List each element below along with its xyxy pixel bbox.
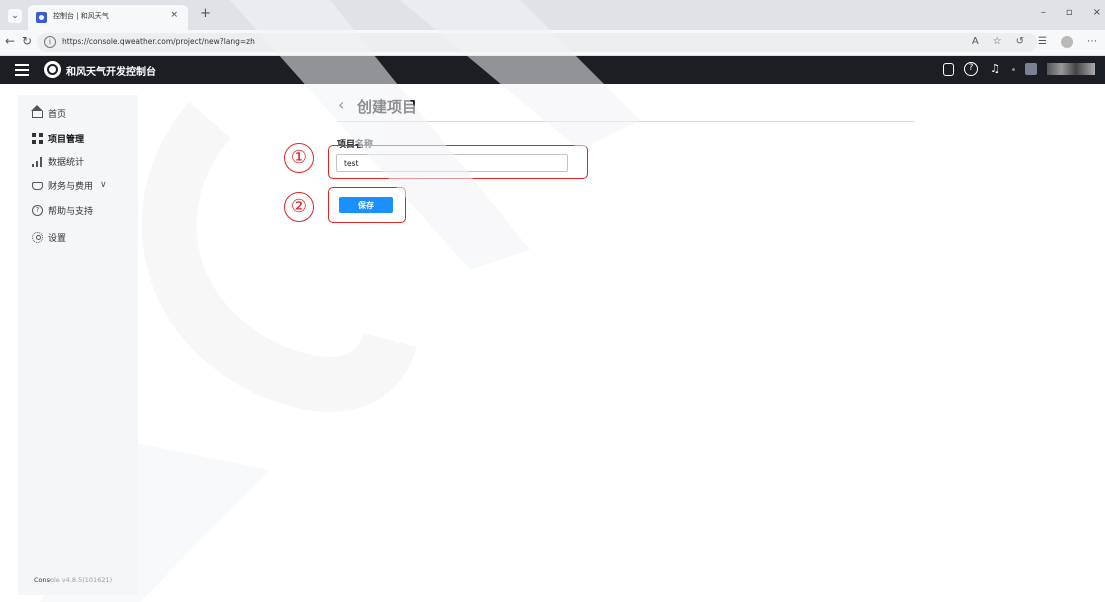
app-header: 和风天气开发控制台 ? ♫ xyxy=(0,56,1105,84)
favorite-star-icon[interactable]: ☆ xyxy=(993,36,1002,48)
qweather-favicon-icon xyxy=(36,12,47,23)
watermark-graphic xyxy=(40,0,640,602)
reload-icon[interactable]: ↻ xyxy=(22,34,32,48)
sidebar-item-label: 首页 xyxy=(48,109,67,120)
sidebar-item-label: 帮助与支持 xyxy=(48,206,94,217)
sidebar-item-label: 数据统计 xyxy=(48,157,85,168)
back-chevron-icon[interactable]: ‹ xyxy=(338,95,344,114)
help-circle-icon[interactable]: ? xyxy=(964,62,978,76)
sidebar-item-home[interactable]: 首页 xyxy=(31,105,67,121)
bar-chart-icon xyxy=(32,155,43,167)
url-text: https://console.qweather.com/project/new… xyxy=(62,37,255,46)
close-window-icon[interactable]: × xyxy=(1093,7,1101,18)
user-avatar[interactable] xyxy=(1025,63,1037,75)
minimize-icon[interactable]: – xyxy=(1041,7,1046,18)
sidebar-item-label: 设置 xyxy=(48,233,67,244)
annotation-box-save xyxy=(328,187,406,223)
back-arrow-icon[interactable]: ← xyxy=(5,34,15,48)
annotation-step-2: ② xyxy=(284,192,314,222)
app-name: 和风天气开发控制台 xyxy=(66,67,156,78)
sidebar-item-project-management[interactable]: 项目管理 xyxy=(32,130,84,146)
sidebar-item-help[interactable]: ? 帮助与支持 xyxy=(32,202,93,218)
home-icon xyxy=(31,105,43,118)
title-divider xyxy=(337,121,914,122)
separator-dot xyxy=(1012,67,1015,71)
browser-tab[interactable]: 控制台 | 和风天气 × xyxy=(28,5,188,30)
gift-icon xyxy=(32,182,43,190)
gear-icon xyxy=(32,231,43,243)
qweather-logo-icon xyxy=(44,61,61,78)
console-version: Console v4.8.5(101621) xyxy=(34,576,113,584)
browser-tab-bar: ⌄ 控制台 | 和风天气 × + – ▫ × xyxy=(0,0,1105,30)
site-info-icon[interactable]: i xyxy=(44,36,56,48)
page-title: 创建项目 xyxy=(357,98,418,116)
chevron-down-icon[interactable]: ∨ xyxy=(100,180,107,190)
document-icon[interactable] xyxy=(943,62,954,76)
sidebar: 首页 项目管理 数据统计 财务与费用 ∨ ? 帮助与支持 设置 Console … xyxy=(18,95,138,595)
read-aloud-icon[interactable]: A xyxy=(972,36,979,48)
tab-title: 控制台 | 和风天气 xyxy=(53,12,109,20)
notification-bell-icon[interactable]: ♫ xyxy=(988,62,1002,76)
sidebar-item-settings[interactable]: 设置 xyxy=(32,229,66,245)
more-options-icon[interactable]: ⋯ xyxy=(1087,36,1097,48)
header-actions: ? ♫ xyxy=(943,62,1095,76)
tab-list-chevron-icon[interactable]: ⌄ xyxy=(8,9,22,23)
sidebar-item-label: 财务与费用 xyxy=(48,181,94,192)
sidebar-item-statistics[interactable]: 数据统计 xyxy=(32,153,84,169)
annotation-box-input xyxy=(328,145,588,179)
favorites-list-icon[interactable]: ☰ xyxy=(1038,36,1047,48)
extensions-icon[interactable]: ↺ xyxy=(1016,36,1024,48)
restore-icon[interactable]: ▫ xyxy=(1066,7,1073,18)
address-bar[interactable]: i https://console.qweather.com/project/n… xyxy=(37,33,1037,52)
browser-toolbar: ← ↻ i https://console.qweather.com/proje… xyxy=(0,30,1105,56)
new-tab-icon[interactable]: + xyxy=(200,6,211,21)
annotation-step-1: ① xyxy=(284,143,314,173)
grid-icon xyxy=(32,132,43,144)
sidebar-item-label: 项目管理 xyxy=(48,134,85,145)
tab-close-icon[interactable]: × xyxy=(170,10,178,20)
help-icon: ? xyxy=(32,204,43,216)
hamburger-menu-icon[interactable] xyxy=(15,64,29,76)
window-controls: – ▫ × xyxy=(1041,7,1101,18)
browser-actions: A ☆ ↺ ☰ ⋯ xyxy=(972,36,1097,48)
sidebar-item-finance[interactable]: 财务与费用 ∨ xyxy=(32,177,107,193)
user-name-blurred[interactable] xyxy=(1047,63,1095,75)
profile-avatar-icon[interactable] xyxy=(1061,36,1073,48)
